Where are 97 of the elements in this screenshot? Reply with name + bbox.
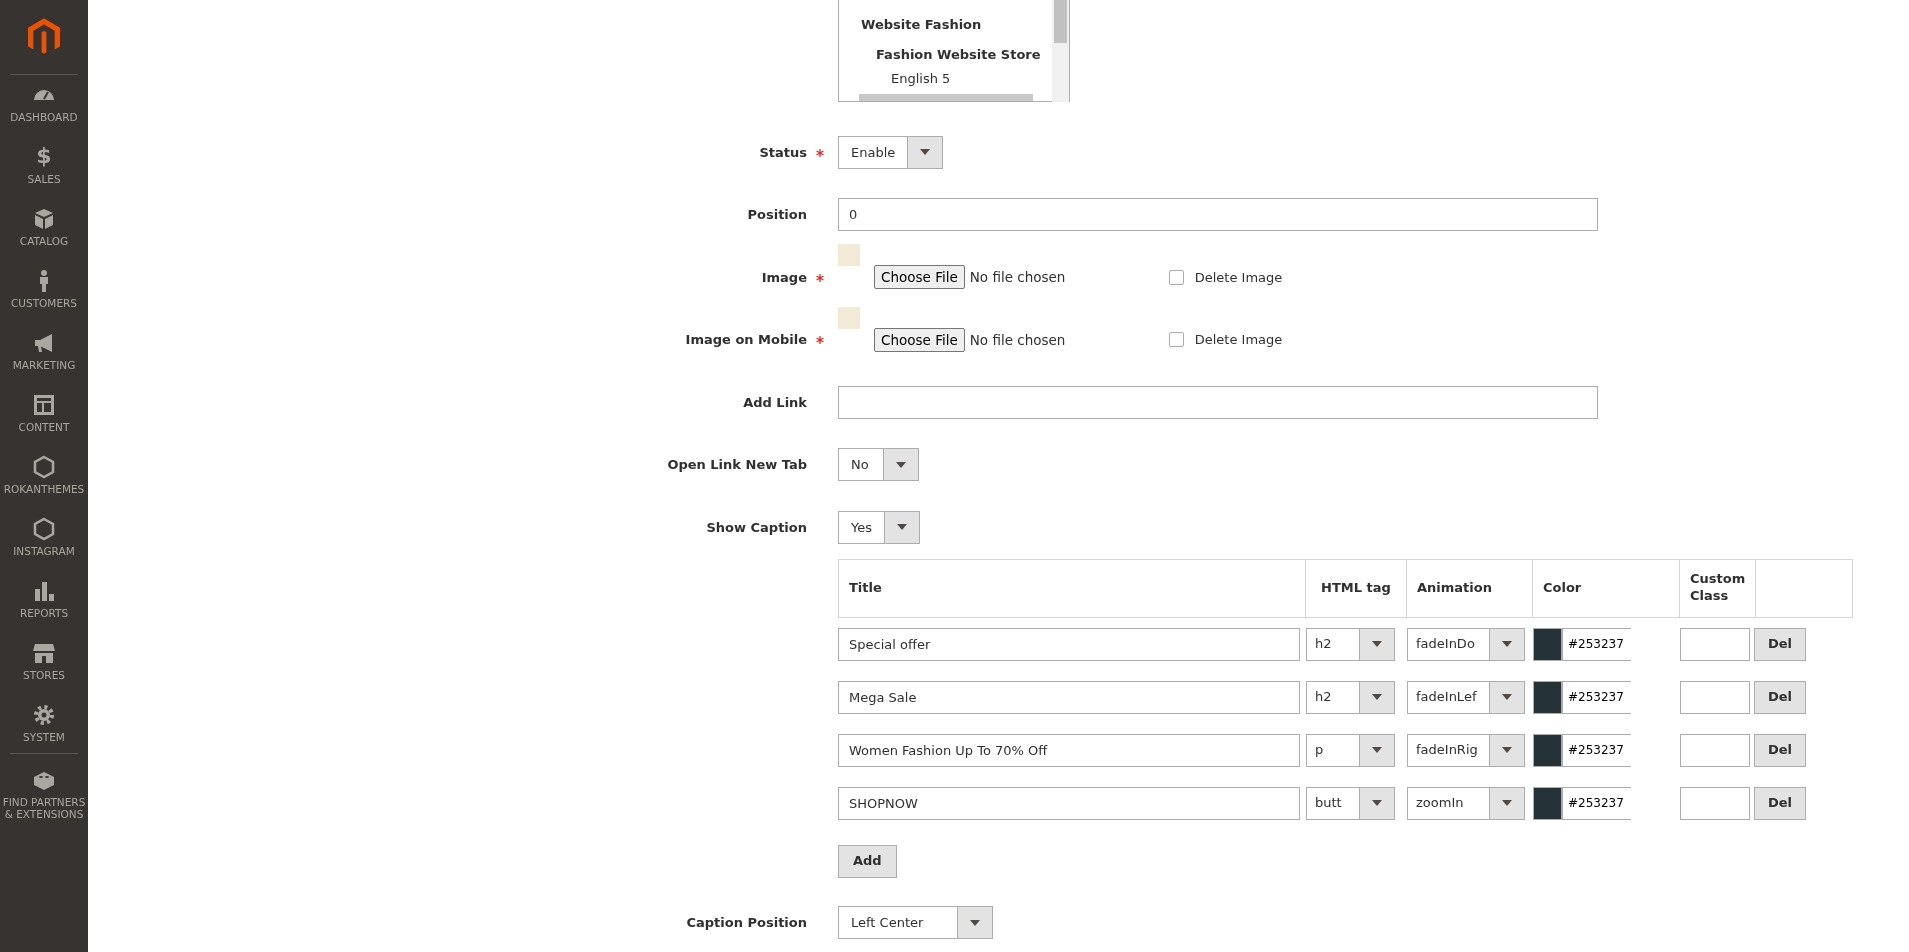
sidebar-item[interactable]: CATALOG — [0, 235, 88, 248]
color-swatch[interactable] — [1533, 680, 1562, 714]
sidebar-item[interactable]: CONTENT — [0, 421, 88, 434]
color-input[interactable]: #253237 — [1562, 733, 1631, 767]
caret-icon — [1372, 747, 1382, 753]
html-tag-select[interactable]: h2 — [1306, 627, 1395, 661]
choose-file-button[interactable]: Choose File — [874, 327, 965, 352]
custom-class-input[interactable] — [1680, 627, 1750, 661]
layout-icon — [32, 393, 56, 417]
delete-button[interactable]: Del — [1754, 680, 1806, 714]
field-label: Caption Position — [685, 914, 807, 932]
gear-icon — [32, 703, 56, 727]
delete-checkbox[interactable] — [1168, 269, 1184, 285]
animation-select[interactable]: zoomIn — [1407, 786, 1525, 820]
field-label: Image on Mobile — [684, 331, 807, 349]
custom-class-input[interactable] — [1680, 733, 1750, 767]
scrollbar[interactable] — [859, 94, 1033, 101]
sidebar-item[interactable]: SALES — [0, 173, 88, 186]
bar-chart-icon — [32, 579, 56, 603]
sidebar-item[interactable]: CUSTOMERS — [0, 297, 88, 310]
dropdown[interactable]: No — [838, 448, 919, 482]
html-tag-select[interactable]: butt — [1306, 786, 1395, 820]
image-thumbnail — [838, 306, 860, 329]
hexagon-icon — [32, 455, 56, 479]
image-thumbnail — [838, 244, 860, 266]
input-field[interactable]: 0 — [838, 198, 1598, 232]
caret-icon — [1502, 641, 1512, 647]
field-label: Show Caption — [705, 518, 807, 537]
logo-icon — [28, 18, 60, 56]
column-header: Title — [849, 579, 882, 597]
dropdown[interactable]: Enable — [838, 135, 944, 169]
scrollbar[interactable] — [1052, 0, 1069, 102]
color-input[interactable]: #253237 — [1562, 627, 1631, 661]
caret-icon — [1372, 800, 1382, 806]
file-status-text: No file chosen — [969, 330, 1067, 350]
custom-class-input[interactable] — [1680, 680, 1750, 714]
column-header: Custom Class — [1690, 571, 1746, 605]
store-option[interactable]: English 5 — [839, 69, 951, 89]
field-label: Status — [758, 143, 807, 162]
store-list[interactable]: Website Fashion Fashion Website Store English 5 — [838, 0, 1070, 102]
sidebar-item[interactable]: INSTAGRAM — [0, 545, 88, 558]
color-input[interactable]: #253237 — [1562, 786, 1631, 820]
sidebar-item[interactable]: ROKANTHEMES — [0, 483, 88, 496]
animation-select[interactable]: fadeInRig — [1407, 733, 1525, 767]
caret-icon — [897, 524, 907, 531]
delete-checkbox[interactable] — [1168, 332, 1184, 348]
title-input[interactable]: Mega Sale — [838, 680, 1300, 714]
sidebar-item[interactable]: FIND PARTNERS & EXTENSIONS — [0, 796, 88, 821]
caret-icon — [1372, 641, 1382, 647]
delete-image-label: Delete Image — [1194, 331, 1283, 349]
html-tag-select[interactable]: h2 — [1306, 680, 1395, 714]
sidebar-item[interactable]: STORES — [0, 669, 88, 682]
column-header: Animation — [1417, 579, 1492, 597]
file-status-text: No file chosen — [969, 268, 1067, 288]
animation-select[interactable]: fadeInDo — [1407, 627, 1525, 661]
color-swatch[interactable] — [1533, 627, 1562, 661]
dollar-icon: $ — [36, 145, 52, 169]
field-label: Open Link New Tab — [666, 456, 807, 474]
html-tag-select[interactable]: p — [1306, 733, 1395, 767]
sidebar-item[interactable]: MARKETING — [0, 359, 88, 372]
storefront-icon — [32, 641, 56, 665]
caret-icon — [1502, 747, 1512, 753]
caret-icon — [920, 149, 931, 156]
caret-icon — [970, 919, 980, 926]
box-icon — [32, 207, 56, 231]
delete-image-label: Delete Image — [1194, 268, 1283, 287]
caret-icon — [896, 461, 906, 468]
title-input[interactable]: Special offer — [838, 627, 1300, 661]
sidebar-item[interactable]: SYSTEM — [0, 731, 88, 744]
title-input[interactable]: Women Fashion Up To 70% Off — [838, 733, 1300, 767]
column-header: Color — [1543, 579, 1582, 597]
animation-select[interactable]: fadeInLef — [1407, 680, 1525, 714]
field-label: Image — [760, 268, 807, 287]
add-button[interactable]: Add — [838, 844, 897, 878]
caret-icon — [1372, 694, 1382, 700]
caret-icon — [1502, 694, 1512, 700]
store-option[interactable]: Website Fashion — [839, 15, 982, 35]
hexagon-icon — [32, 517, 56, 541]
store-option[interactable]: Fashion Website Store — [839, 45, 1041, 65]
color-input[interactable]: #253237 — [1562, 680, 1631, 714]
dropdown[interactable]: Yes — [838, 510, 920, 544]
sidebar-item[interactable]: REPORTS — [0, 607, 88, 620]
delete-button[interactable]: Del — [1754, 786, 1806, 820]
caption-position-select[interactable]: Left Center — [838, 906, 993, 940]
delete-button[interactable]: Del — [1754, 733, 1806, 767]
delete-button[interactable]: Del — [1754, 627, 1806, 661]
choose-file-button[interactable]: Choose File — [874, 265, 965, 290]
caret-icon — [1502, 800, 1512, 806]
field-label: Position — [746, 206, 807, 224]
sidebar-item[interactable]: DASHBOARD — [0, 111, 88, 124]
color-swatch[interactable] — [1533, 786, 1562, 820]
field-label: Add Link — [742, 393, 807, 412]
color-swatch[interactable] — [1533, 733, 1562, 767]
custom-class-input[interactable] — [1680, 786, 1750, 820]
column-header: HTML tag — [1321, 579, 1391, 597]
input-field[interactable] — [838, 385, 1598, 419]
title-input[interactable]: SHOPNOW — [838, 786, 1300, 820]
